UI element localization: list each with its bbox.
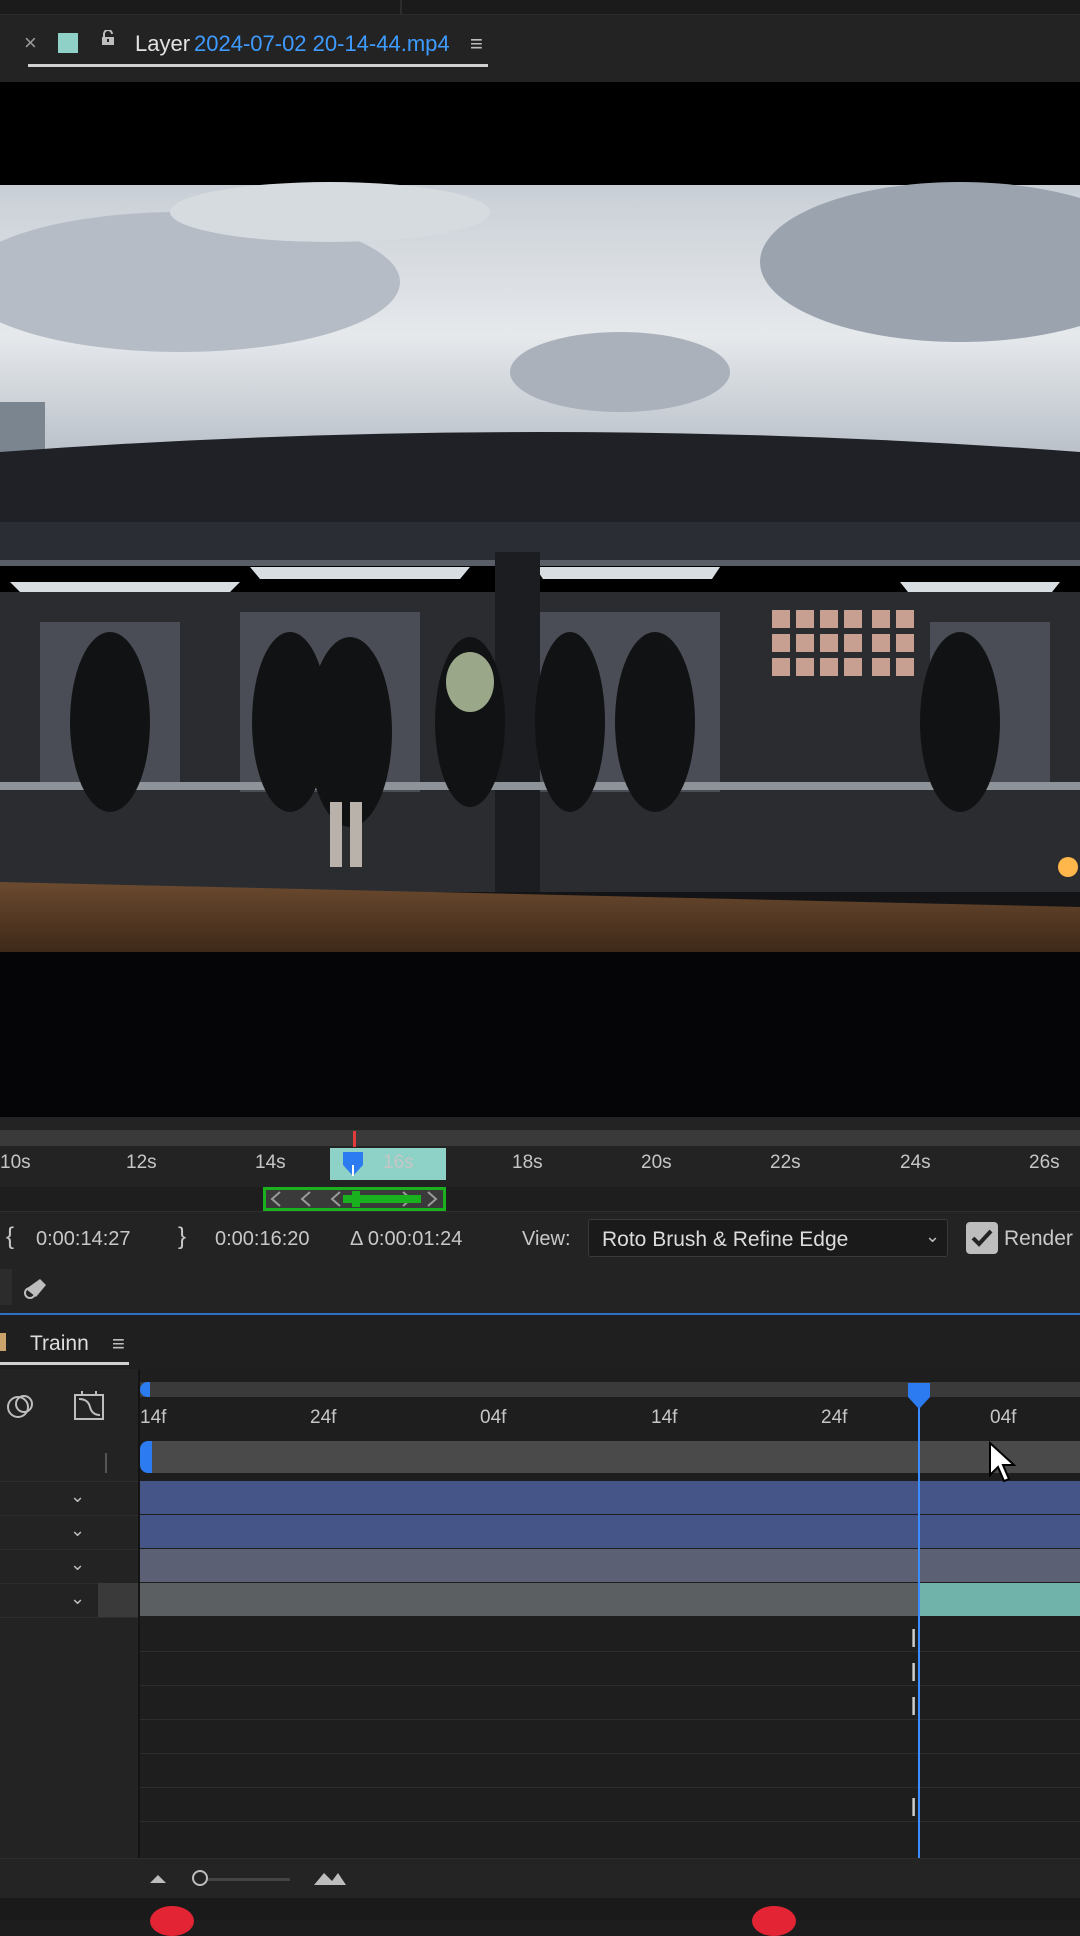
work-area-bar[interactable] bbox=[148, 1441, 1080, 1473]
top-divider bbox=[400, 0, 402, 14]
timeline-tick: 24f bbox=[310, 1407, 337, 1428]
zoom-slider-track[interactable] bbox=[196, 1878, 290, 1881]
render-label: Render bbox=[1004, 1227, 1073, 1250]
timeline-navigator[interactable] bbox=[140, 1382, 1080, 1397]
timeline-playhead-icon[interactable] bbox=[907, 1382, 931, 1410]
row-divider bbox=[0, 1515, 138, 1516]
record-indicator bbox=[752, 1906, 796, 1936]
zoom-in-icon[interactable] bbox=[312, 1867, 348, 1887]
timeline-zoom-bar bbox=[0, 1858, 1080, 1899]
zoom-slider-thumb[interactable] bbox=[192, 1870, 208, 1886]
ruler-tick: 24s bbox=[900, 1152, 931, 1173]
comp-color-swatch bbox=[0, 1333, 6, 1351]
layer-bar[interactable] bbox=[140, 1515, 1080, 1548]
checkmark-icon bbox=[971, 1229, 993, 1247]
row-divider bbox=[140, 1753, 1080, 1754]
layer-bar[interactable] bbox=[140, 1549, 1080, 1582]
mouse-cursor-icon bbox=[989, 1441, 1016, 1483]
ruler-tick: 16s bbox=[383, 1152, 414, 1173]
roto-segment-bar[interactable] bbox=[919, 1583, 1080, 1616]
roto-range-bar: { 0:00:14:27 } 0:00:16:20 Δ 0:00:01:24 V… bbox=[0, 1211, 1080, 1264]
ruler-tick: 20s bbox=[641, 1152, 672, 1173]
timeline-tick: 14f bbox=[140, 1407, 167, 1428]
row-divider bbox=[140, 1651, 1080, 1652]
ruler-tick: 18s bbox=[512, 1152, 543, 1173]
timeline-body: ⌄ ⌄ ⌄ ⌄ 14f 24f 04f 14f 24f 04f I I I I bbox=[0, 1369, 1080, 1859]
roto-propagation-span[interactable] bbox=[0, 1187, 1080, 1211]
playhead-icon[interactable] bbox=[342, 1151, 364, 1177]
video-frame bbox=[0, 82, 1080, 1117]
row-divider bbox=[140, 1685, 1080, 1686]
chevron-down-icon: ⌄ bbox=[925, 1226, 941, 1246]
zoom-out-icon[interactable] bbox=[148, 1871, 168, 1885]
layer-panel-header: × Layer 2024-07-02 20-14-44.mp4 ≡ bbox=[0, 0, 1080, 82]
ruler-tick: 14s bbox=[255, 1152, 286, 1173]
panel-menu-icon[interactable]: ≡ bbox=[470, 31, 483, 57]
motion-blur-icon[interactable] bbox=[4, 1391, 36, 1423]
graph-editor-icon[interactable] bbox=[72, 1389, 106, 1423]
view-mode-dropdown[interactable]: Roto Brush & Refine Edge ⌄ bbox=[588, 1219, 948, 1257]
duration-readout: Δ 0:00:01:24 bbox=[350, 1228, 463, 1250]
navigator-start-handle[interactable] bbox=[140, 1382, 150, 1397]
timeline-tab-bar: Trainn ≡ bbox=[0, 1315, 1080, 1369]
keyframe-icon[interactable]: I bbox=[910, 1691, 917, 1722]
timeline-tick: 04f bbox=[990, 1407, 1017, 1428]
render-checkbox[interactable] bbox=[966, 1222, 998, 1254]
in-point-time[interactable]: 0:00:14:27 bbox=[36, 1228, 131, 1251]
timeline-playhead-line[interactable] bbox=[918, 1391, 920, 1859]
set-in-point-button[interactable]: { bbox=[6, 1223, 14, 1251]
layer-tool-row bbox=[0, 1263, 1080, 1313]
layer-color-swatch[interactable] bbox=[58, 33, 78, 53]
row-divider bbox=[0, 1481, 138, 1482]
comp-tab-label[interactable]: Trainn bbox=[30, 1332, 89, 1356]
active-tab-underline bbox=[28, 64, 488, 67]
ruler-tick: 22s bbox=[770, 1152, 801, 1173]
timeline-tick: 24f bbox=[821, 1407, 848, 1428]
tool-well bbox=[0, 1269, 12, 1305]
row-divider bbox=[0, 1549, 138, 1550]
view-mode-value: Roto Brush & Refine Edge bbox=[602, 1228, 849, 1251]
ruler-tick: 26s bbox=[1029, 1152, 1060, 1173]
ruler-tick: 10s bbox=[0, 1152, 31, 1173]
set-out-point-button[interactable]: } bbox=[178, 1223, 186, 1251]
row-divider bbox=[0, 1617, 138, 1618]
chevron-down-icon[interactable]: ⌄ bbox=[70, 1486, 85, 1507]
chevron-down-icon[interactable]: ⌄ bbox=[70, 1554, 85, 1575]
current-time-marker bbox=[353, 1131, 356, 1147]
out-point-time[interactable]: 0:00:16:20 bbox=[215, 1228, 310, 1251]
top-strip bbox=[0, 0, 1080, 15]
record-indicator bbox=[150, 1906, 194, 1936]
active-tab-underline bbox=[0, 1362, 129, 1365]
chevron-down-icon[interactable]: ⌄ bbox=[70, 1588, 85, 1609]
view-label: View: bbox=[522, 1228, 571, 1250]
timeline-tick: 04f bbox=[480, 1407, 507, 1428]
row-divider bbox=[140, 1821, 1080, 1822]
close-tab-button[interactable]: × bbox=[24, 30, 37, 56]
row-divider bbox=[140, 1787, 1080, 1788]
layer-time-ruler[interactable]: 10s 12s 14s 16s 18s 20s 22s 24s 26s bbox=[0, 1117, 1080, 1187]
row-divider bbox=[140, 1719, 1080, 1720]
keyframe-icon[interactable]: I bbox=[910, 1623, 917, 1654]
ruler-navigator[interactable] bbox=[0, 1130, 1080, 1146]
work-area-start-handle[interactable] bbox=[140, 1441, 152, 1473]
layer-viewer[interactable] bbox=[0, 82, 1080, 1117]
footer-strip bbox=[0, 1898, 1080, 1936]
lock-icon[interactable] bbox=[100, 30, 116, 46]
pin-icon[interactable] bbox=[20, 1275, 52, 1301]
timeline-tick: 14f bbox=[651, 1407, 678, 1428]
column-divider bbox=[105, 1453, 107, 1473]
roto-frame-chevrons bbox=[270, 1191, 438, 1207]
keyframe-icon[interactable]: I bbox=[910, 1792, 917, 1823]
layer-bar[interactable] bbox=[140, 1481, 1080, 1514]
chevron-down-icon[interactable]: ⌄ bbox=[70, 1520, 85, 1541]
keyframe-icon[interactable]: I bbox=[910, 1657, 917, 1688]
layer-file-name[interactable]: 2024-07-02 20-14-44.mp4 bbox=[194, 31, 450, 57]
layer-tab-label[interactable]: Layer bbox=[135, 31, 190, 57]
timeline-menu-icon[interactable]: ≡ bbox=[112, 1331, 125, 1357]
layer-switches-column: ⌄ ⌄ ⌄ ⌄ bbox=[0, 1369, 140, 1858]
selected-row-cell bbox=[98, 1583, 138, 1617]
ruler-tick: 12s bbox=[126, 1152, 157, 1173]
